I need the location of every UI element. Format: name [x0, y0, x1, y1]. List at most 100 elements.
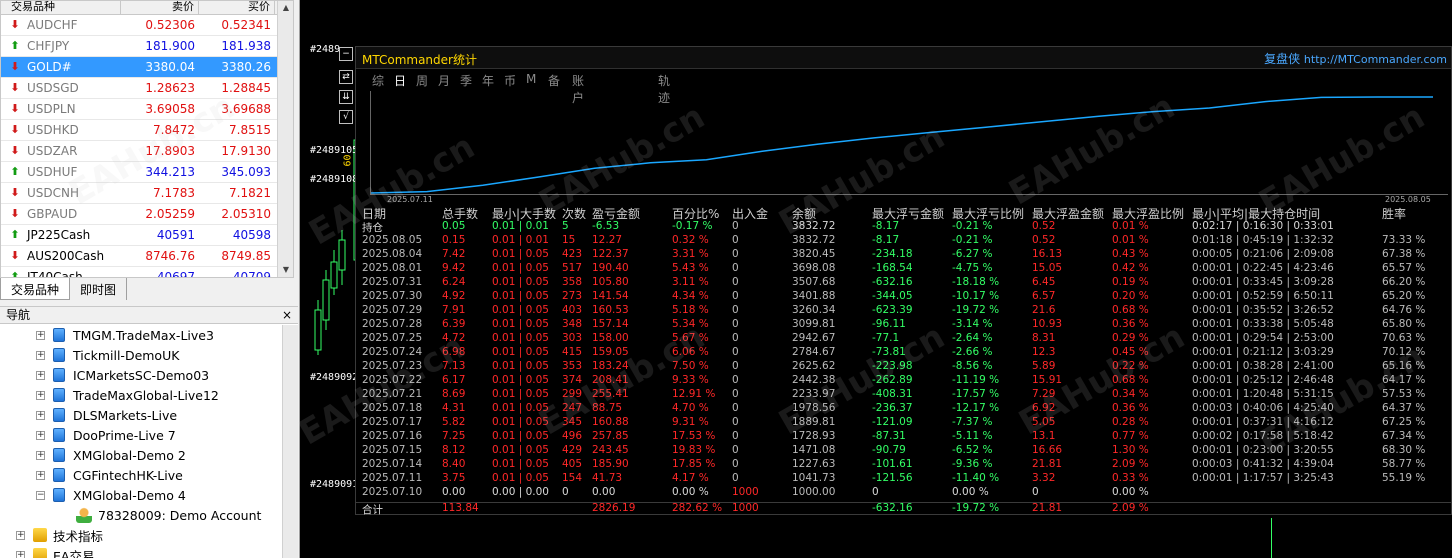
expand-icon[interactable]: + — [36, 390, 45, 400]
chart-tool-icon[interactable]: √ — [339, 110, 353, 124]
chart-tool-icon[interactable]: ⇄ — [339, 70, 353, 84]
stats-tab[interactable]: M — [526, 72, 536, 86]
cell-lots: 4.31 — [442, 402, 466, 414]
navigator-scrollbar[interactable] — [282, 325, 298, 558]
arrow-up-icon: ⬆ — [10, 228, 20, 241]
market-watch-row[interactable]: ⬇ USDPLN 3.69058 3.69688 — [1, 99, 293, 120]
stats-tab[interactable]: 备 — [548, 72, 560, 89]
minimize-icon[interactable]: − — [339, 47, 353, 61]
cell-count: 15 — [562, 234, 576, 246]
cell-flow: 0 — [732, 276, 739, 288]
cell-pct: 3.11 % — [672, 276, 709, 288]
brand-link[interactable]: 复盘侠 http://MTCommander.com — [1264, 50, 1447, 67]
cell-minmax: 0.01 | 0.05 — [492, 360, 549, 372]
ask-cell: 0.52341 — [221, 18, 271, 32]
market-watch-scrollbar[interactable]: ▲ ▼ — [277, 1, 293, 277]
col-bid-header[interactable]: 卖价 — [121, 1, 199, 14]
market-watch-row[interactable]: ⬇ GBPAUD 2.05259 2.05310 — [1, 204, 293, 225]
cell-lots: 7.25 — [442, 430, 466, 442]
cell-count: 154 — [562, 472, 583, 484]
expand-icon[interactable]: + — [36, 350, 45, 360]
cell-pct: 4.34 % — [672, 290, 709, 302]
cell-mfp: 16.66 — [1032, 444, 1063, 456]
navigator-item[interactable]: + TradeMaxGlobal-Live12 — [36, 385, 219, 405]
stats-tab[interactable]: 周 — [416, 72, 428, 89]
symbol-name: CHFJPY — [27, 39, 70, 53]
market-watch-row[interactable]: ⬇ AUDCHF 0.52306 0.52341 — [1, 15, 293, 36]
scroll-down-icon[interactable]: ▼ — [280, 265, 292, 277]
tab-tick-chart[interactable]: 即时图 — [70, 278, 128, 300]
cell-count: 5 — [562, 220, 569, 232]
bid-cell: 40591 — [156, 228, 195, 242]
cell-mfl: -236.37 — [872, 402, 913, 414]
close-icon[interactable]: × — [282, 307, 292, 323]
expand-icon[interactable]: + — [36, 430, 45, 440]
stats-tab[interactable]: 币 — [504, 72, 516, 89]
navigator-item[interactable]: + CGFintechHK-Live — [36, 465, 183, 485]
cell-count: 403 — [562, 304, 583, 316]
expand-icon[interactable]: + — [36, 330, 45, 340]
navigator-item[interactable]: + XMGlobal-Demo 2 — [36, 445, 186, 465]
cell-balance: 1227.63 — [792, 458, 836, 470]
cell-pct: 4.70 % — [672, 402, 709, 414]
chart-tool-icon[interactable]: ⇊ — [339, 90, 353, 104]
cell-mfp: 6.45 — [1032, 276, 1056, 288]
stats-tab[interactable]: 季 — [460, 72, 472, 89]
expand-icon[interactable]: + — [36, 470, 45, 480]
cell-mfpp: 0.36 % — [1112, 318, 1149, 330]
navigator-item[interactable]: + TMGM.TradeMax-Live3 — [36, 325, 214, 345]
stats-tab[interactable]: 年 — [482, 72, 494, 89]
navigator-item[interactable]: + DooPrime-Live 7 — [36, 425, 176, 445]
expand-icon[interactable]: + — [36, 410, 45, 420]
navigator-item[interactable]: − XMGlobal-Demo 4 — [36, 485, 186, 505]
market-watch-row[interactable]: ⬆ CHFJPY 181.900 181.938 — [1, 36, 293, 57]
market-watch-row[interactable]: ⬇ GOLD# 3380.04 3380.26 — [1, 57, 293, 78]
market-watch-row[interactable]: ⬇ USDSGD 1.28623 1.28845 — [1, 78, 293, 99]
expand-icon[interactable]: + — [16, 530, 25, 540]
tab-symbols[interactable]: 交易品种 — [0, 278, 71, 300]
collapse-icon[interactable]: − — [36, 490, 45, 500]
expand-icon[interactable]: + — [16, 550, 25, 558]
stats-tab[interactable]: 日 — [394, 72, 406, 89]
navigator-item[interactable]: + Tickmill-DemoUK — [36, 345, 179, 365]
expand-icon[interactable]: + — [36, 450, 45, 460]
left-panel: 交易品种 卖价 买价 ⬇ AUDCHF 0.52306 0.52341 ⬆ CHFJPY 1… — [0, 0, 300, 558]
cell-mfl: -90.79 — [872, 444, 906, 456]
cell-lots: 6.24 — [442, 276, 466, 288]
cell-pl: 257.85 — [592, 430, 629, 442]
col-ask-header[interactable]: 买价 — [199, 1, 275, 14]
symbol-name: GBPAUD — [27, 207, 78, 221]
col-symbol-header[interactable]: 交易品种 — [1, 1, 121, 14]
cell-hold: 0:00:01 | 0:25:12 | 2:46:48 — [1192, 374, 1334, 386]
navigator-item[interactable]: 78328009: Demo Account — [76, 505, 261, 525]
market-watch-row[interactable]: ⬆ JP225Cash 40591 40598 — [1, 225, 293, 246]
market-watch-tabs: 交易品种 即时图 — [0, 278, 294, 300]
cell-pct: 4.17 % — [672, 472, 709, 484]
column-header[interactable]: 胜率 — [1382, 205, 1406, 222]
cell-flow: 0 — [732, 388, 739, 400]
navigator-item[interactable]: + ICMarketsSC-Demo03 — [36, 365, 209, 385]
symbol-name: USDPLN — [27, 102, 76, 116]
cell-minmax: 0.01 | 0.05 — [492, 290, 549, 302]
bid-cell: 3380.04 — [145, 60, 195, 74]
cell-pl: -6.53 — [592, 220, 620, 232]
navigator-item[interactable]: + 技术指标 — [16, 525, 103, 545]
scroll-up-icon[interactable]: ▲ — [280, 3, 292, 15]
stats-tab[interactable]: 月 — [438, 72, 450, 89]
market-watch-row[interactable]: ⬇ AUS200Cash 8746.76 8749.85 — [1, 246, 293, 267]
cell-mfpp: 0.77 % — [1112, 430, 1149, 442]
market-watch-row[interactable]: ⬆ IT40Cash 40697 40709 — [1, 267, 293, 277]
expand-icon[interactable]: + — [36, 370, 45, 380]
arrow-up-icon: ⬆ — [10, 165, 20, 178]
symbol-name: AUS200Cash — [27, 249, 105, 263]
navigator-item[interactable]: + DLSMarkets-Live — [36, 405, 177, 425]
navigator-item-label: TradeMaxGlobal-Live12 — [73, 387, 219, 403]
cell-mfp: 0 — [1032, 486, 1039, 498]
cell-mfp: 0.52 — [1032, 234, 1056, 246]
symbol-cell: ⬆ CHFJPY — [1, 39, 121, 53]
market-watch-row[interactable]: ⬇ USDCNH 7.1783 7.1821 — [1, 183, 293, 204]
navigator-item[interactable]: + EA交易 — [16, 545, 94, 558]
stats-title-bar[interactable]: MTCommander统计 复盘侠 http://MTCommander.com — [356, 47, 1451, 69]
stats-tab[interactable]: 综 — [372, 72, 384, 89]
cell-mfl: -121.09 — [872, 416, 913, 428]
